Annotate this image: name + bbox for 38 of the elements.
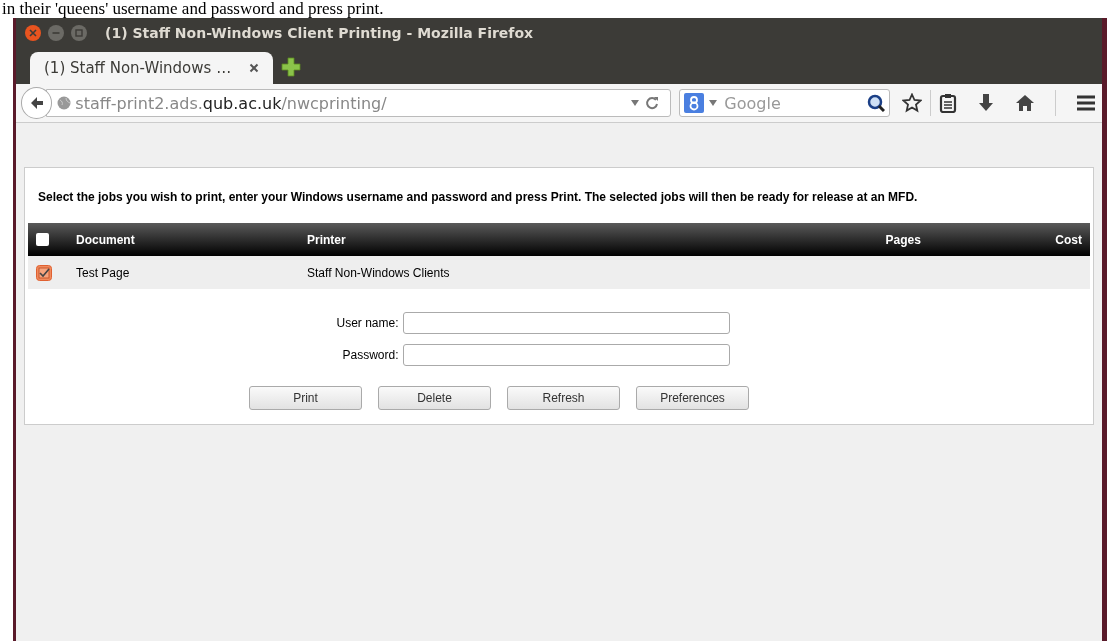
home-icon[interactable] — [1015, 93, 1035, 113]
browser-tab[interactable]: (1) Staff Non-Windows … — [30, 52, 274, 84]
menu-icon[interactable] — [1076, 94, 1096, 112]
instructions-text: Select the jobs you wish to print, enter your Windows username and password and press Print. The selected jobs will then be ready for release at an MFD. — [38, 190, 918, 204]
field-label: Password: — [341, 348, 399, 362]
dropdown-icon[interactable] — [708, 99, 719, 107]
checkbox[interactable] — [36, 233, 49, 246]
action-button[interactable]: Preferences — [636, 386, 749, 410]
action-button[interactable]: Delete — [378, 386, 491, 410]
globe-icon[interactable] — [57, 96, 72, 110]
password-field[interactable] — [402, 344, 730, 366]
url-text: staff-print2.ads.qub.ac.uk/nwcprinting/ — [75, 93, 387, 113]
search-icon[interactable] — [867, 94, 885, 112]
column-header: Printer — [307, 232, 346, 247]
reload-icon[interactable] — [644, 95, 661, 111]
window-title: (1) Staff Non-Windows Client Printing - Mozilla Firefox — [105, 25, 534, 41]
column-header: Pages — [885, 232, 921, 247]
checkbox[interactable] — [36, 264, 52, 281]
username-field[interactable] — [402, 312, 730, 334]
table-cell: Test Page — [76, 265, 130, 280]
close-icon[interactable] — [249, 63, 260, 73]
field-label: User name: — [335, 316, 399, 330]
action-button[interactable]: Print — [249, 386, 362, 410]
star-icon[interactable] — [902, 93, 922, 113]
close-icon[interactable] — [24, 24, 42, 42]
column-header: Cost — [1055, 232, 1082, 247]
address-bar[interactable]: staff-print2.ads.qub.ac.uk/nwcprinting/ — [46, 89, 672, 117]
document-text: in their 'queens' username and password and press print. — [2, 0, 384, 18]
dropdown-icon[interactable] — [630, 99, 641, 107]
download-icon[interactable] — [977, 93, 995, 113]
search-engine-icon[interactable] — [684, 93, 705, 113]
clipboard-icon[interactable] — [939, 93, 957, 113]
search-bar[interactable]: Google — [679, 89, 890, 117]
column-header: Document — [76, 232, 135, 247]
back-button[interactable] — [21, 87, 53, 119]
table-cell: Staff Non-Windows Clients — [307, 265, 450, 280]
action-button[interactable]: Refresh — [507, 386, 620, 410]
plus-icon[interactable] — [281, 57, 302, 77]
